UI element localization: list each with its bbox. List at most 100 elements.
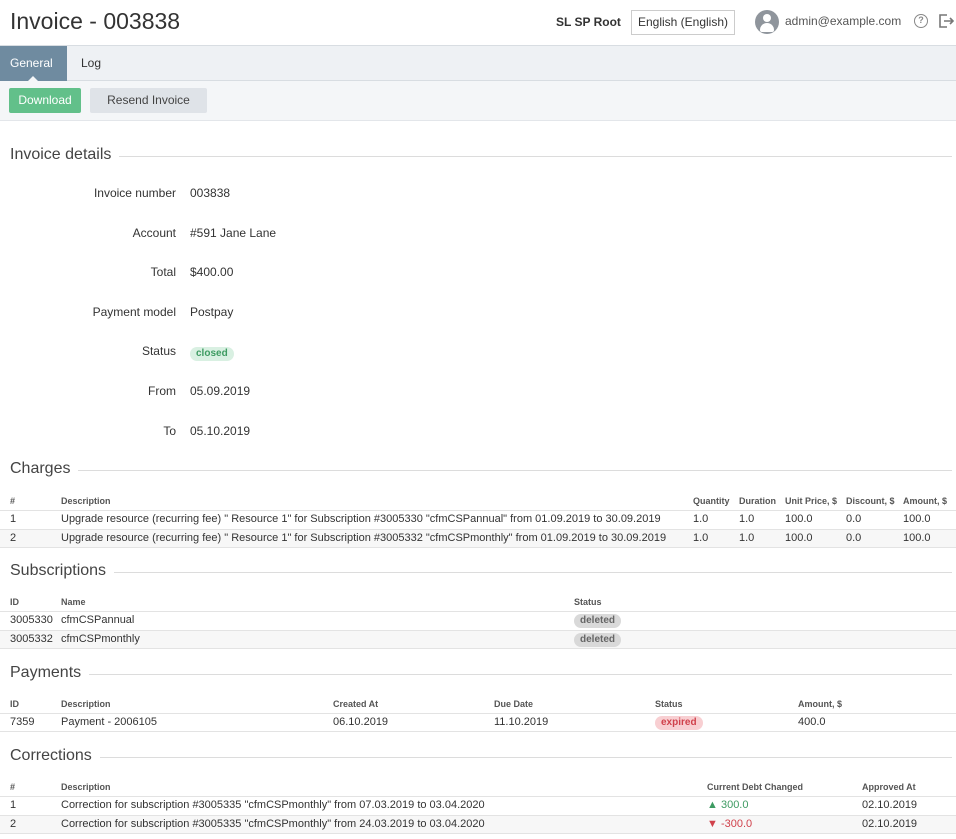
page-title: Invoice - 003838 [10,8,181,34]
org-name: SL SP Root [556,15,621,29]
payment-due-date: 11.10.2019 [494,716,549,728]
section-divider [10,674,952,675]
from-label: From [148,384,176,398]
correction-num: 1 [10,799,17,811]
table-row: 2 Upgrade resource (recurring fee) " Res… [0,529,956,548]
charges-col-quantity: Quantity [693,496,730,506]
subscription-status: deleted [574,614,622,628]
table-row: 3005332 cfmCSPmonthly deleted [0,630,956,649]
charges-heading: Charges [10,460,79,478]
charges-col-duration: Duration [739,496,776,506]
table-row: 3005330 cfmCSPannual deleted [0,611,956,630]
payment-created-at: 06.10.2019 [333,716,389,728]
corrections-col-num: # [10,782,16,792]
status-badge: deleted [574,614,622,628]
corrections-col-approved-at: Approved At [862,782,916,792]
debt-change-value: -300.0 [720,818,753,830]
section-divider [10,572,952,573]
corrections-col-debt-changed: Current Debt Changed [707,782,804,792]
total-label: Total [150,265,176,279]
toolbar: Download Resend Invoice [0,81,956,121]
subscription-name-link[interactable]: cfmCSPannual [61,614,134,626]
correction-debt-changed: ▲ 300.0 [707,799,748,811]
subscription-id-link[interactable]: 3005332 [10,633,53,645]
logout-icon[interactable] [938,13,954,29]
to-label: To [163,424,176,438]
charge-duration: 1.0 [739,532,755,544]
section-divider [10,470,952,471]
payments-col-due-date: Due Date [494,699,534,709]
corrections-col-description: Description [61,782,111,792]
invoice-number-value: 003838 [190,186,231,200]
charge-num: 1 [10,513,17,525]
invoice-number-label: Invoice number [93,186,176,200]
account-link[interactable]: #591 Jane Lane [190,226,276,240]
status-label: Status [141,344,176,358]
payment-model-value: Postpay [190,305,234,319]
account-label: Account [132,226,176,240]
corrections-heading: Corrections [10,747,100,765]
arrow-up-icon: ▲ [707,799,718,811]
payment-description-link[interactable]: Payment - 2006105 [61,716,157,728]
correction-num: 2 [10,818,17,830]
charge-discount: 0.0 [846,513,862,525]
charge-amount: 100.0 [903,532,931,544]
from-value: 05.09.2019 [190,384,251,398]
charge-unit-price: 100.0 [785,513,813,525]
table-row: 1 Upgrade resource (recurring fee) " Res… [0,510,956,529]
header: Invoice - 003838 SL SP Root English (Eng… [0,0,956,45]
tab-general[interactable]: General [0,46,67,82]
correction-description: Correction for subscription #3005335 "cf… [61,818,485,830]
table-row: 7359 Payment - 2006105 06.10.2019 11.10.… [0,713,956,732]
payments-col-id: ID [10,699,19,709]
help-icon[interactable]: ? [914,14,928,28]
payment-amount: 400.0 [798,716,826,728]
charges-col-num: # [10,496,16,506]
section-divider [10,156,952,157]
language-select[interactable]: English (English) [631,10,735,35]
charge-description: Upgrade resource (recurring fee) " Resou… [61,532,667,544]
correction-description: Correction for subscription #3005335 "cf… [61,799,485,811]
charge-unit-price: 100.0 [785,532,813,544]
charge-num: 2 [10,532,17,544]
tab-log[interactable]: Log [71,46,111,81]
user-avatar-icon[interactable] [755,10,779,34]
download-button[interactable]: Download [9,88,81,113]
tab-bar: General Log [0,45,956,82]
status-value: closed [190,345,234,361]
charges-col-description: Description [61,496,111,506]
subscriptions-col-id: ID [10,597,19,607]
status-badge: deleted [574,633,622,647]
table-row: 2 Correction for subscription #3005335 "… [0,815,956,834]
status-badge: closed [190,347,234,361]
payment-status: expired [655,716,703,730]
debt-change-value: 300.0 [720,799,749,811]
resend-invoice-button[interactable]: Resend Invoice [90,88,207,113]
payments-col-status: Status [655,699,683,709]
correction-approved-at: 02.10.2019 [862,799,918,811]
charges-col-amount: Amount, $ [903,496,947,506]
payments-col-created-at: Created At [333,699,379,709]
arrow-down-icon: ▼ [707,818,718,830]
charge-amount: 100.0 [903,513,931,525]
status-badge: expired [655,716,703,730]
subscription-name-link[interactable]: cfmCSPmonthly [61,633,140,645]
subscriptions-col-status: Status [574,597,602,607]
payments-heading: Payments [10,664,90,682]
payments-col-amount: Amount, $ [798,699,842,709]
subscription-id-link[interactable]: 3005330 [10,614,53,626]
charges-col-discount: Discount, $ [846,496,895,506]
charge-discount: 0.0 [846,532,862,544]
correction-approved-at: 02.10.2019 [862,818,918,830]
charge-description: Upgrade resource (recurring fee) " Resou… [61,513,661,525]
subscription-status: deleted [574,633,622,647]
subscriptions-col-name: Name [61,597,86,607]
subscriptions-heading: Subscriptions [10,562,115,580]
payment-id-link[interactable]: 7359 [10,716,34,728]
charges-col-unit-price: Unit Price, $ [785,496,838,506]
charge-duration: 1.0 [739,513,755,525]
charge-quantity: 1.0 [693,513,709,525]
user-email[interactable]: admin@example.com [785,14,901,28]
section-divider [10,757,952,758]
payments-col-description: Description [61,699,111,709]
